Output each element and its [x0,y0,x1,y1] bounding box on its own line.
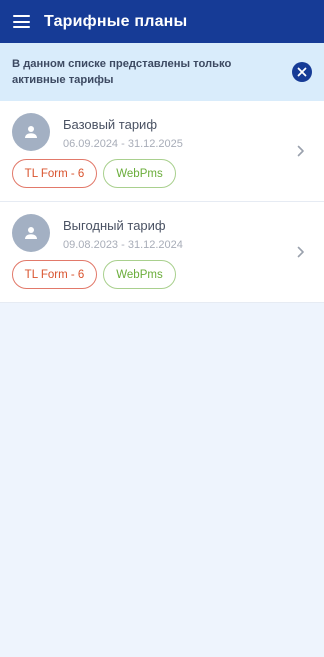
chevron-right-icon[interactable] [295,144,307,158]
app-bar: Тарифные планы [0,0,324,43]
avatar [12,214,50,252]
tariff-list: Базовый тариф 06.09.2024 - 31.12.2025 TL… [0,101,324,303]
tariff-tags: TL Form - 6 WebPms [12,260,176,289]
tag-chip[interactable]: TL Form - 6 [12,260,97,289]
tariff-tags: TL Form - 6 WebPms [12,159,176,188]
page-title: Тарифные планы [44,12,188,30]
chevron-right-icon[interactable] [295,245,307,259]
tariff-name: Базовый тариф [63,117,158,132]
person-icon [25,227,37,239]
tariff-card[interactable]: Выгодный тариф 09.08.2023 - 31.12.2024 T… [0,202,324,303]
tag-chip[interactable]: WebPms [103,159,176,188]
tag-chip[interactable]: TL Form - 6 [12,159,97,188]
avatar [12,113,50,151]
tariff-name: Выгодный тариф [63,218,166,233]
active-tariffs-notice: В данном списке представлены только акти… [0,43,324,101]
tag-chip[interactable]: WebPms [103,260,176,289]
notice-text: В данном списке представлены только акти… [12,58,232,86]
tariff-card[interactable]: Базовый тариф 06.09.2024 - 31.12.2025 TL… [0,101,324,202]
close-icon[interactable] [292,62,312,82]
hamburger-menu-icon[interactable] [13,15,30,28]
tariff-dates: 06.09.2024 - 31.12.2025 [63,138,183,150]
person-icon [25,126,37,138]
tariff-dates: 09.08.2023 - 31.12.2024 [63,239,183,251]
